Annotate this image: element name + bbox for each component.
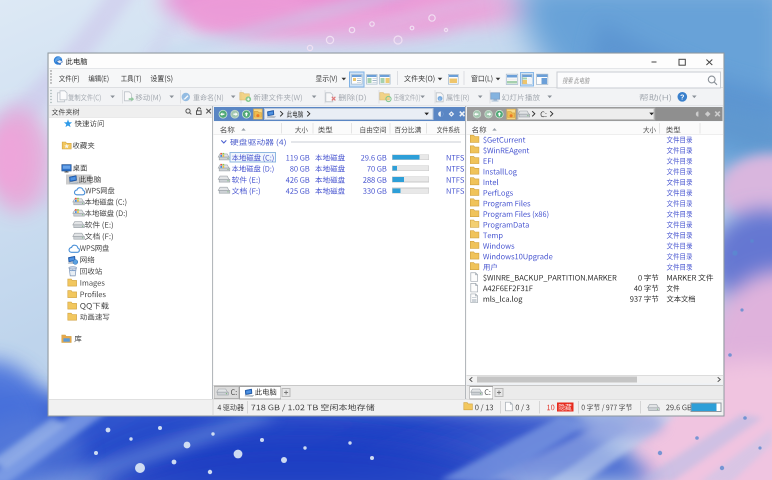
svg-text:?: ? <box>680 94 684 101</box>
svg-text:i: i <box>440 96 441 101</box>
